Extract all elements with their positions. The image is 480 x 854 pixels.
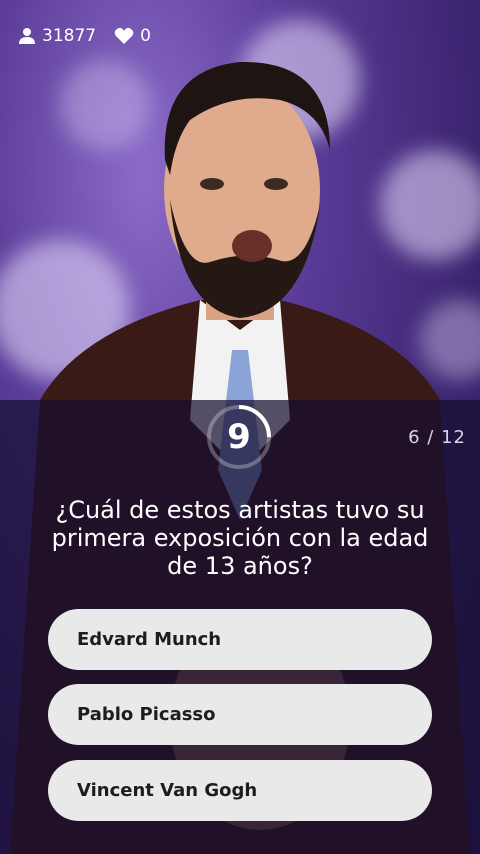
user-icon xyxy=(18,27,36,45)
stats-bar: 31877 0 xyxy=(18,26,151,46)
answer-option-1[interactable]: Edvard Munch xyxy=(48,609,432,670)
answer-option-2[interactable]: Pablo Picasso xyxy=(48,684,432,745)
question-text: ¿Cuál de estos artistas tuvo su primera … xyxy=(51,496,429,580)
like-count: 0 xyxy=(114,26,151,46)
viewer-count-value: 31877 xyxy=(42,26,97,46)
like-count-value: 0 xyxy=(140,26,151,46)
question-progress: 6 / 12 xyxy=(408,427,466,448)
viewer-count: 31877 xyxy=(18,26,96,46)
answer-option-3[interactable]: Vincent Van Gogh xyxy=(48,760,432,821)
countdown-number: 9 xyxy=(227,417,251,457)
heart-icon xyxy=(114,27,134,45)
